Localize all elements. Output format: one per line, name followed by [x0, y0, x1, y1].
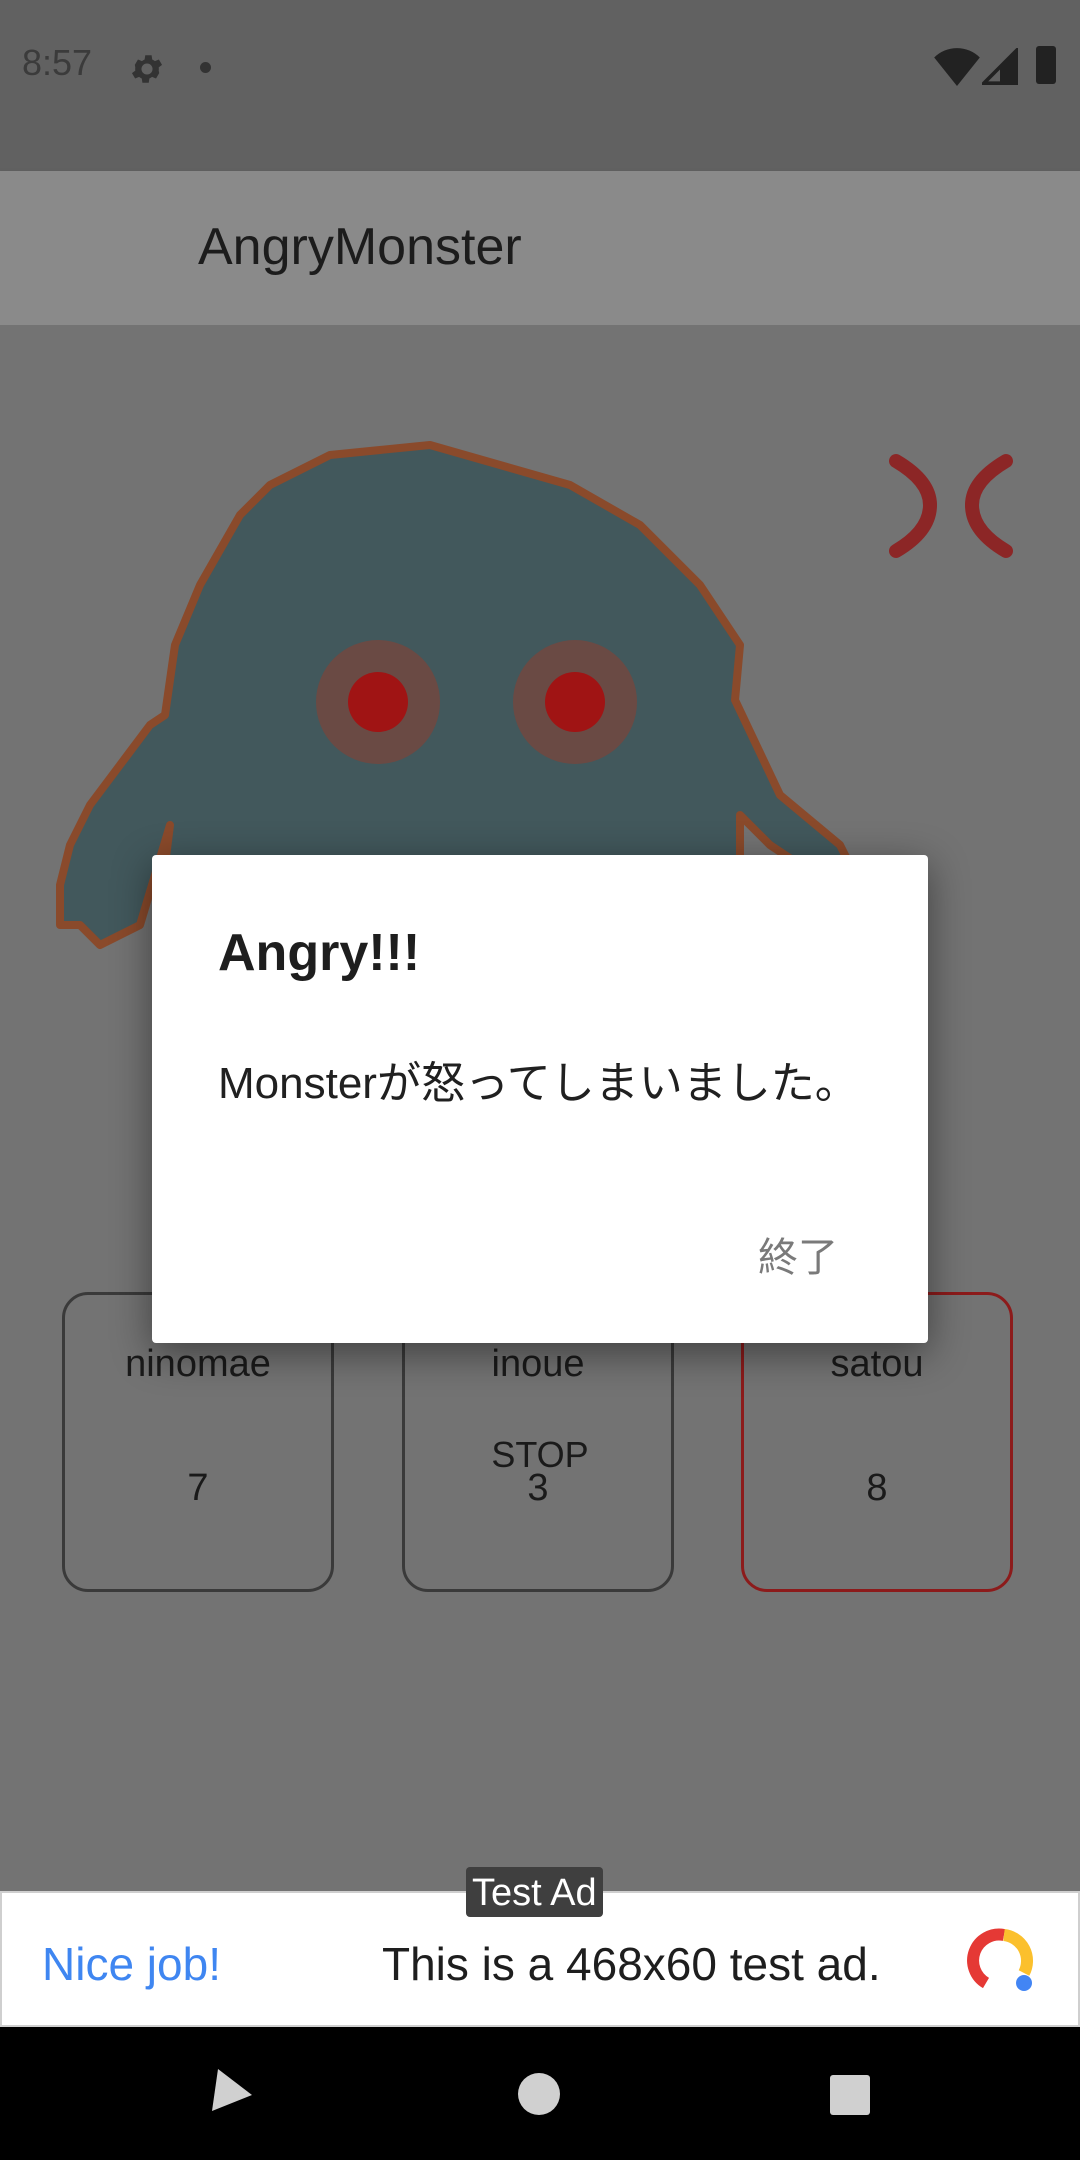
- player-name: satou: [830, 1343, 924, 1385]
- dialog-title: Angry!!!: [218, 924, 421, 982]
- app-bar: AngryMonster: [0, 171, 1080, 325]
- status-bar: 8:57: [0, 0, 1080, 171]
- dialog-end-button[interactable]: 終了: [758, 1225, 838, 1283]
- player-name: ninomae: [125, 1343, 271, 1385]
- anger-mark-icon: [889, 454, 1013, 558]
- status-time: 8:57: [22, 42, 93, 83]
- adchoices-icon[interactable]: [966, 1923, 1042, 1999]
- test-ad-label: Test Ad: [466, 1867, 603, 1917]
- angry-dialog: Angry!!! Monsterが怒ってしまいました。 終了: [152, 855, 928, 1343]
- nav-back-icon[interactable]: [208, 2065, 256, 2115]
- player-score: 8: [866, 1467, 888, 1509]
- dialog-message: Monsterが怒ってしまいました。: [218, 1059, 859, 1108]
- player-score: 3: [527, 1467, 549, 1509]
- wifi-icon: [934, 48, 980, 86]
- signal-icon: [982, 48, 1018, 85]
- app-title: AngryMonster: [198, 218, 522, 276]
- settings-icon: [131, 55, 163, 83]
- player-name: inoue: [491, 1343, 585, 1385]
- notification-dot-icon: [200, 62, 211, 73]
- nav-home-icon[interactable]: [518, 2073, 560, 2115]
- nav-recents-icon[interactable]: [830, 2075, 870, 2115]
- player-score: 7: [187, 1467, 209, 1509]
- battery-icon: [1036, 46, 1056, 84]
- navigation-bar: [0, 2027, 1080, 2160]
- ad-headline: Nice job!: [42, 1938, 221, 1990]
- ad-text: This is a 468x60 test ad.: [382, 1938, 881, 1990]
